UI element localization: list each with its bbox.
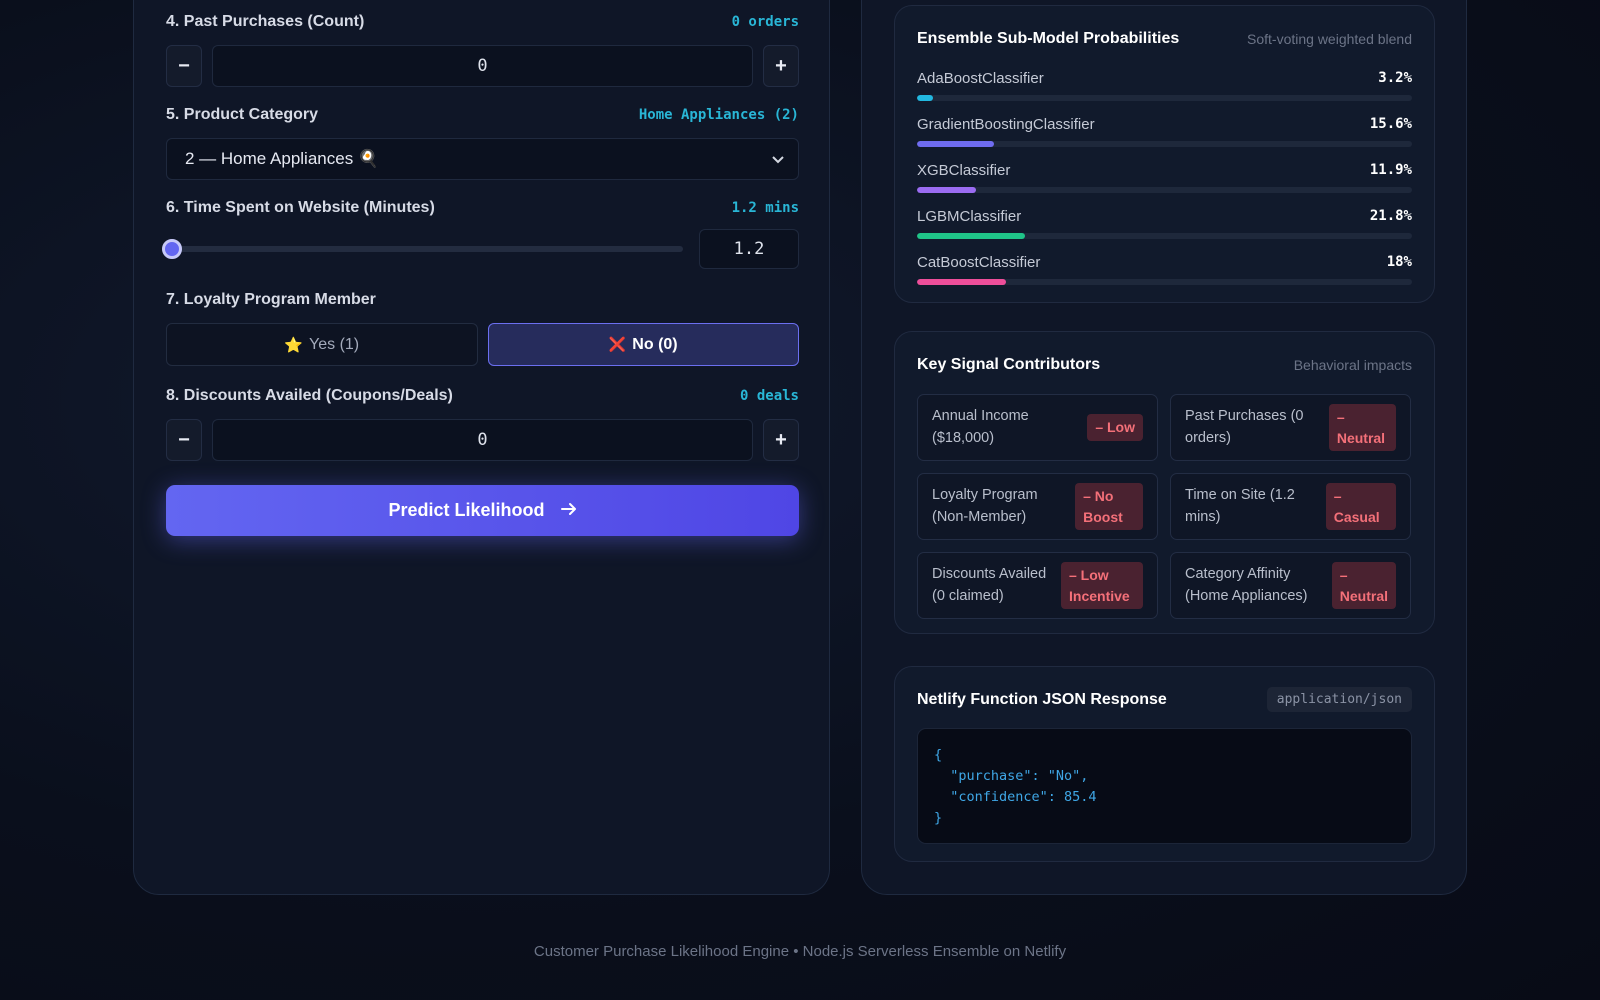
signal-label: Discounts Availed (0 claimed): [932, 566, 1047, 604]
loyalty-no-label: No (0): [632, 335, 678, 353]
signal-tile: Category Affinity (Home Appliances) – Neu…: [1170, 552, 1411, 619]
model-name: CatBoostClassifier: [917, 254, 1041, 271]
ensemble-title: Ensemble Sub-Model Probabilities: [917, 30, 1180, 47]
model-name: AdaBoostClassifier: [917, 70, 1044, 87]
model-row: XGBClassifier 11.9%: [917, 162, 1412, 196]
signal-label: Annual Income ($18,000): [932, 408, 1029, 446]
signal-tile: Time on Site (1.2 mins) – Casual: [1170, 473, 1411, 540]
signal-tile: Annual Income ($18,000) – Low: [917, 394, 1158, 461]
predict-likelihood-button[interactable]: Predict Likelihood: [166, 485, 799, 536]
model-row: LGBMClassifier 21.8%: [917, 208, 1412, 242]
loyalty-field: 7. Loyalty Program Member ⭐ Yes (1) ❌ No…: [166, 289, 799, 366]
model-probability: 15.6%: [1369, 116, 1412, 132]
signals-subtitle: Behavioral impacts: [1293, 357, 1412, 373]
mime-type-badge: application/json: [1266, 687, 1412, 712]
json-line: }: [934, 810, 943, 826]
cross-icon: ❌: [608, 336, 627, 352]
discounts-field: 8. Discounts Availed (Coupons/Deals) 0 d…: [166, 385, 799, 461]
signal-impact-badge: – Low Incentive: [1061, 562, 1143, 609]
product-category-label: 5. Product Category: [166, 106, 319, 123]
product-category-select[interactable]: 2 — Home Appliances 🍳: [166, 138, 799, 180]
signal-impact-badge: – Neutral: [1328, 404, 1396, 451]
model-probability: 3.2%: [1378, 70, 1412, 86]
json-response-title: Netlify Function JSON Response: [917, 690, 1167, 708]
time-spent-slider[interactable]: [162, 239, 683, 259]
past-purchases-label: 4. Past Purchases (Count): [166, 13, 365, 30]
model-probability: 11.9%: [1369, 162, 1412, 178]
signal-label: Loyalty Program (Non-Member): [932, 487, 1038, 525]
past-purchases-increment-button[interactable]: +: [763, 45, 799, 87]
past-purchases-decrement-button[interactable]: −: [166, 45, 202, 87]
model-row: GradientBoostingClassifier 15.6%: [917, 116, 1412, 150]
json-response-card: Netlify Function JSON Response applicati…: [894, 666, 1435, 862]
model-name: GradientBoostingClassifier: [917, 116, 1095, 133]
discounts-label: 8. Discounts Availed (Coupons/Deals): [166, 387, 453, 404]
past-purchases-input[interactable]: 0: [212, 45, 753, 87]
signal-label: Category Affinity (Home Appliances): [1185, 566, 1308, 604]
json-line: {: [934, 747, 943, 763]
loyalty-yes-label: Yes (1): [309, 335, 360, 353]
time-spent-field: 6. Time Spent on Website (Minutes) 1.2 m…: [162, 197, 799, 269]
model-probability: 21.8%: [1369, 208, 1412, 224]
time-spent-slider-handle[interactable]: [162, 239, 182, 259]
discounts-increment-button[interactable]: +: [763, 419, 799, 461]
footer-text: Customer Purchase Likelihood Engine • No…: [533, 943, 1067, 960]
star-icon: ⭐: [284, 336, 304, 354]
signal-tile: Loyalty Program (Non-Member) – No Boost: [917, 473, 1158, 540]
signal-impact-badge: – Low: [1087, 414, 1143, 441]
signal-label: Time on Site (1.2 mins): [1185, 487, 1295, 525]
chevron-down-icon: [772, 151, 784, 167]
json-line: "confidence": 85.4: [934, 789, 1097, 805]
signal-impact-badge: – No Boost: [1075, 483, 1143, 530]
signal-impact-badge: – Neutral: [1331, 562, 1396, 609]
time-spent-label: 6. Time Spent on Website (Minutes): [166, 199, 435, 216]
discounts-value-tag: 0 deals: [739, 388, 799, 404]
probability-bar-fill: [917, 279, 1007, 285]
time-spent-value-tag: 1.2 mins: [731, 200, 799, 216]
product-category-selected-value: 2 — Home Appliances 🍳: [185, 149, 380, 168]
product-category-value-tag: Home Appliances (2): [638, 107, 799, 123]
ensemble-card: Ensemble Sub-Model Probabilities Soft-vo…: [894, 5, 1435, 303]
model-row: CatBoostClassifier 18%: [917, 254, 1412, 288]
probability-bar-fill: [917, 95, 933, 101]
predict-button-label: Predict Likelihood: [388, 500, 545, 520]
discounts-decrement-button[interactable]: −: [166, 419, 202, 461]
past-purchases-value-tag: 0 orders: [731, 14, 799, 30]
probability-bar-track: [917, 279, 1412, 285]
past-purchases-field: 4. Past Purchases (Count) 0 orders − 0 +: [166, 11, 799, 87]
results-panel: Ensemble Sub-Model Probabilities Soft-vo…: [861, 0, 1467, 895]
discounts-input[interactable]: 0: [212, 419, 753, 461]
json-code-block: { "purchase": "No", "confidence": 85.4 }: [917, 728, 1412, 844]
signals-card: Key Signal Contributors Behavioral impac…: [894, 331, 1435, 634]
time-spent-input[interactable]: 1.2: [699, 229, 799, 269]
signal-impact-badge: – Casual: [1325, 483, 1396, 530]
ensemble-subtitle: Soft-voting weighted blend: [1247, 31, 1412, 47]
probability-bar-track: [917, 95, 1412, 101]
json-line: "purchase": "No",: [934, 768, 1089, 784]
probability-bar-track: [917, 187, 1412, 193]
probability-bar-fill: [917, 141, 995, 147]
probability-bar-track: [917, 141, 1412, 147]
model-probability: 18%: [1386, 254, 1412, 270]
model-row: AdaBoostClassifier 3.2%: [917, 70, 1412, 104]
loyalty-no-button[interactable]: ❌ No (0): [487, 323, 799, 366]
model-name: LGBMClassifier: [917, 208, 1022, 225]
probability-bar-fill: [917, 233, 1025, 239]
arrow-right-icon: [560, 500, 577, 521]
probability-bar-fill: [917, 187, 976, 193]
signals-title: Key Signal Contributors: [917, 356, 1101, 373]
product-category-field: 5. Product Category Home Appliances (2) …: [166, 104, 799, 180]
loyalty-label: 7. Loyalty Program Member: [166, 291, 376, 308]
loyalty-yes-button[interactable]: ⭐ Yes (1): [166, 323, 478, 366]
probability-bar-track: [917, 233, 1412, 239]
signal-tile: Discounts Availed (0 claimed) – Low Incen…: [917, 552, 1158, 619]
signal-tile: Past Purchases (0 orders) – Neutral: [1170, 394, 1411, 461]
input-form-panel: 4. Past Purchases (Count) 0 orders − 0 +…: [133, 0, 830, 895]
model-name: XGBClassifier: [917, 162, 1011, 179]
signal-label: Past Purchases (0 orders): [1185, 408, 1304, 446]
